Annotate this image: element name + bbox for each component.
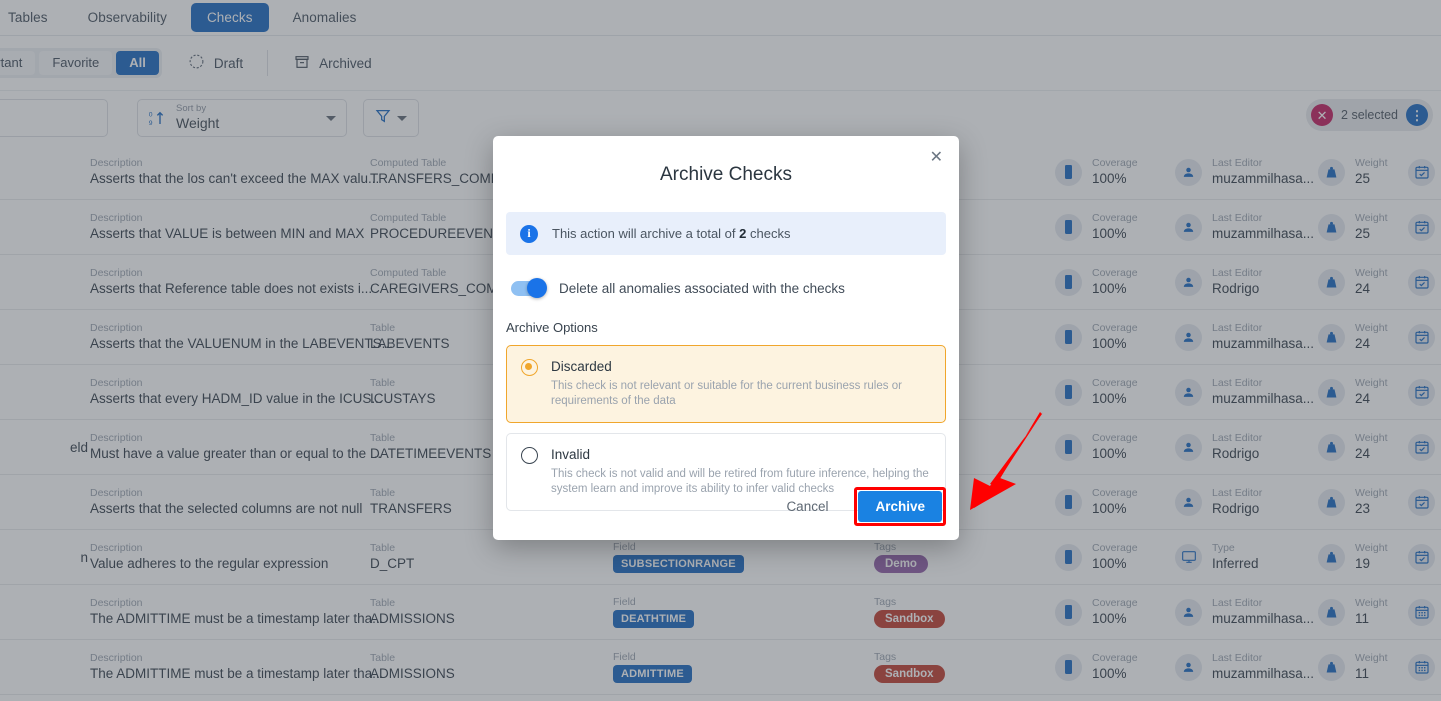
archive-button-highlight: Archive [854, 487, 946, 526]
info-banner-text: This action will archive a total of 2 ch… [552, 226, 790, 241]
info-suffix: checks [750, 226, 791, 241]
option-discarded-title: Discarded [551, 359, 612, 374]
dialog-actions: Cancel Archive [776, 487, 946, 526]
delete-anomalies-toggle-row: Delete all anomalies associated with the… [511, 278, 959, 298]
radio-invalid-icon [521, 447, 538, 464]
close-icon[interactable]: ✕ [926, 146, 947, 170]
dialog-title: Archive Checks [660, 164, 792, 185]
archive-checks-dialog: ✕ Archive Checks i This action will arch… [493, 136, 959, 540]
option-discarded[interactable]: Discarded This check is not relevant or … [506, 345, 946, 423]
option-discarded-description: This check is not relevant or suitable f… [551, 380, 902, 407]
info-banner: i This action will archive a total of 2 … [506, 212, 946, 255]
application-window: Tables Observability Checks Anomalies mp… [0, 0, 1441, 701]
archive-options-title: Archive Options [506, 320, 598, 335]
delete-anomalies-label: Delete all anomalies associated with the… [559, 281, 845, 296]
delete-anomalies-toggle[interactable] [511, 278, 547, 298]
info-prefix: This action will archive a total of [552, 226, 736, 241]
info-count: 2 [739, 226, 747, 241]
radio-discarded-icon [521, 359, 538, 376]
option-invalid-title: Invalid [551, 447, 591, 462]
cancel-button[interactable]: Cancel [776, 491, 838, 522]
toggle-knob [527, 278, 547, 298]
archive-button[interactable]: Archive [858, 491, 942, 522]
info-icon: i [520, 224, 538, 243]
